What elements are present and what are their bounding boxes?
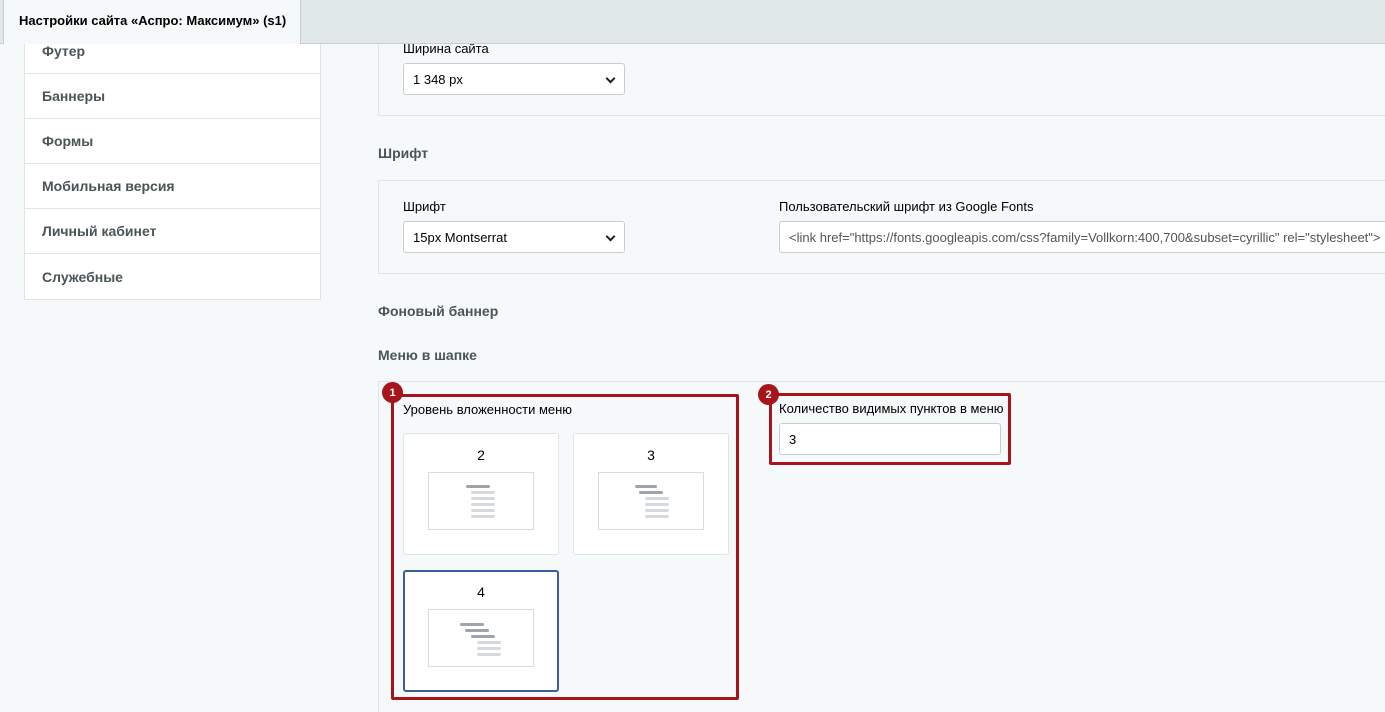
font-select[interactable]: 15px Montserrat (403, 221, 625, 253)
sidebar-item-service[interactable]: Служебные (25, 254, 320, 299)
annotation-badge-1: 1 (382, 382, 403, 403)
header-menu-heading: Меню в шапке (378, 347, 477, 363)
site-width-select[interactable]: 1 348 px (403, 63, 625, 95)
sidebar-item-label: Личный кабинет (42, 223, 157, 239)
sidebar-item-label: Мобильная версия (42, 178, 175, 194)
font-section-heading: Шрифт (378, 145, 429, 161)
sidebar-item-label: Служебные (42, 268, 123, 285)
sidebar-item-mobile[interactable]: Мобильная версия (25, 164, 320, 209)
tab-label: Настройки сайта «Аспро: Максимум» (s1) (19, 13, 287, 28)
sidebar-item-label: Формы (42, 133, 94, 149)
sidebar-item-forms[interactable]: Формы (25, 119, 320, 164)
site-width-value: 1 348 px (413, 71, 463, 87)
chevron-down-icon (605, 73, 616, 84)
tab-site-settings[interactable]: Настройки сайта «Аспро: Максимум» (s1) (3, 0, 301, 44)
sidebar-item-account[interactable]: Личный кабинет (25, 209, 320, 254)
chevron-down-icon (605, 231, 616, 242)
sidebar-item-label: Баннеры (42, 88, 106, 104)
custom-font-value: <link href="https://fonts.googleapis.com… (789, 229, 1381, 245)
sidebar: Футер Баннеры Формы Мобильная версия Лич… (24, 29, 321, 300)
annotation-box-2 (769, 393, 1011, 465)
bg-banner-heading: Фоновый баннер (378, 303, 499, 319)
annotation-box-1 (391, 394, 739, 700)
custom-font-input[interactable]: <link href="https://fonts.googleapis.com… (779, 221, 1385, 253)
font-label: Шрифт (403, 199, 446, 214)
sidebar-item-label: Футер (42, 43, 86, 59)
sidebar-item-banners[interactable]: Баннеры (25, 74, 320, 119)
tab-bar: Настройки сайта «Аспро: Максимум» (s1) (0, 0, 1385, 44)
custom-font-label: Пользовательский шрифт из Google Fonts (779, 199, 1034, 214)
font-value: 15px Montserrat (413, 229, 507, 245)
annotation-badge-2: 2 (758, 384, 779, 405)
font-group: Шрифт 15px Montserrat Пользовательский ш… (378, 180, 1385, 274)
